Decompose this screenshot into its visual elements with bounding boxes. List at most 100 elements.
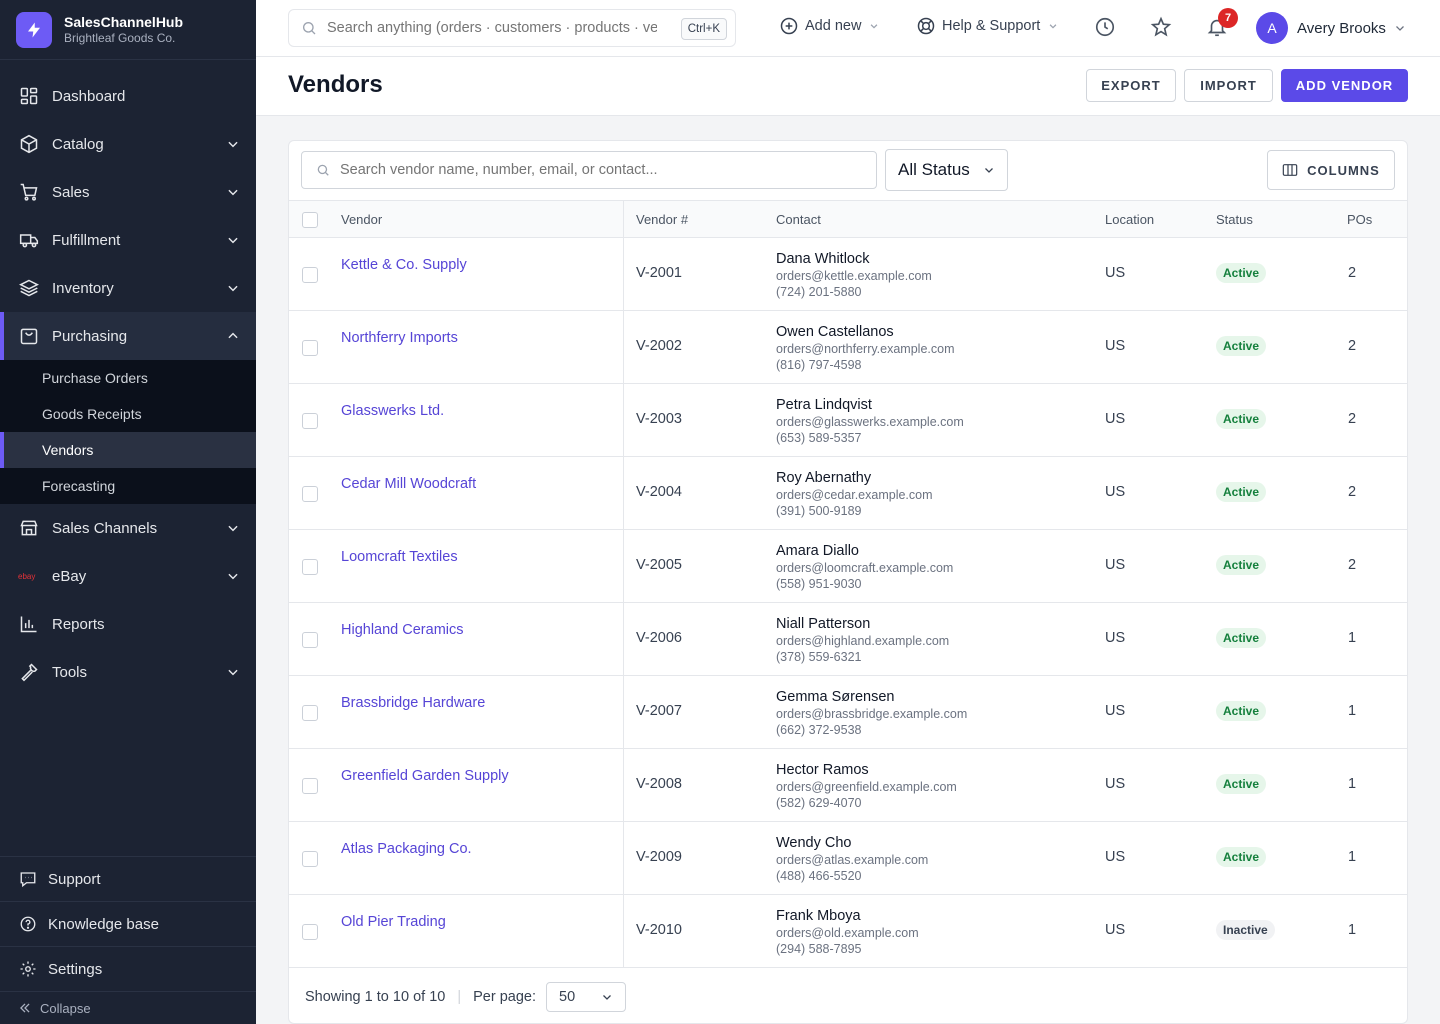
double-chevron-left-icon bbox=[18, 1001, 32, 1015]
import-button[interactable]: IMPORT bbox=[1184, 69, 1273, 102]
table-row[interactable]: Loomcraft Textiles V-2005 Amara Diallo orde… bbox=[289, 530, 1407, 603]
row-checkbox[interactable] bbox=[302, 778, 318, 794]
sidebar-item-catalog[interactable]: Catalog bbox=[0, 120, 256, 168]
global-search-input[interactable] bbox=[327, 20, 657, 36]
column-header-vendor[interactable]: Vendor bbox=[341, 212, 382, 227]
vendor-name-link[interactable]: Kettle & Co. Supply bbox=[341, 257, 467, 273]
vendor-name-link[interactable]: Highland Ceramics bbox=[341, 622, 464, 638]
vendor-search-input[interactable] bbox=[340, 162, 860, 178]
vendor-search[interactable] bbox=[301, 151, 877, 189]
global-search[interactable]: Ctrl+K bbox=[288, 9, 736, 47]
contact-name: Frank Mboya bbox=[776, 908, 861, 924]
vendor-name-link[interactable]: Old Pier Trading bbox=[341, 914, 446, 930]
sidebar-item-settings[interactable]: Settings bbox=[0, 946, 256, 991]
sidebar-item-sales-channels[interactable]: Sales Channels bbox=[0, 504, 256, 552]
row-checkbox[interactable] bbox=[302, 705, 318, 721]
column-header-status[interactable]: Status bbox=[1216, 212, 1253, 227]
brand[interactable]: SalesChannelHub Brightleaf Goods Co. bbox=[0, 0, 256, 60]
box-icon bbox=[18, 133, 40, 155]
history-button[interactable] bbox=[1094, 16, 1116, 43]
vendor-location: US bbox=[1105, 922, 1126, 938]
vendors-card: All Status COLUMNS Vendor Vendor # Conta… bbox=[288, 140, 1408, 1024]
row-checkbox[interactable] bbox=[302, 486, 318, 502]
columns-button[interactable]: COLUMNS bbox=[1267, 150, 1395, 190]
table-row[interactable]: Greenfield Garden Supply V-2008 Hector Ram… bbox=[289, 749, 1407, 822]
chevron-down-icon bbox=[1394, 22, 1406, 34]
vendor-name-link[interactable]: Loomcraft Textiles bbox=[341, 549, 458, 565]
select-all-checkbox[interactable] bbox=[302, 212, 318, 228]
sidebar-item-tools[interactable]: Tools bbox=[0, 648, 256, 696]
chevron-down-icon bbox=[226, 281, 240, 295]
vendor-name-link[interactable]: Atlas Packaging Co. bbox=[341, 841, 472, 857]
add-vendor-button[interactable]: ADD VENDOR bbox=[1281, 69, 1408, 102]
lightning-icon bbox=[16, 11, 52, 48]
sidebar-item-inventory[interactable]: Inventory bbox=[0, 264, 256, 312]
row-checkbox[interactable] bbox=[302, 267, 318, 283]
column-header-vendor-number[interactable]: Vendor # bbox=[636, 212, 688, 227]
avatar: A bbox=[1256, 12, 1288, 44]
contact-name: Hector Ramos bbox=[776, 762, 869, 778]
sidebar-subitem-purchase-orders[interactable]: Purchase Orders bbox=[0, 360, 256, 396]
sidebar-subitem-goods-receipts[interactable]: Goods Receipts bbox=[0, 396, 256, 432]
contact-phone: (488) 466-5520 bbox=[776, 869, 862, 883]
row-checkbox[interactable] bbox=[302, 851, 318, 867]
vendor-name-link[interactable]: Glasswerks Ltd. bbox=[341, 403, 444, 419]
notifications-button[interactable]: 7 bbox=[1206, 8, 1238, 43]
help-support-button[interactable]: Help & Support bbox=[916, 16, 1058, 36]
vendor-location: US bbox=[1105, 484, 1126, 500]
column-header-contact[interactable]: Contact bbox=[776, 212, 821, 227]
sidebar-item-sales[interactable]: Sales bbox=[0, 168, 256, 216]
chevron-up-icon bbox=[226, 329, 240, 343]
export-button[interactable]: EXPORT bbox=[1086, 69, 1176, 102]
row-checkbox[interactable] bbox=[302, 924, 318, 940]
favorites-button[interactable] bbox=[1150, 16, 1172, 43]
contact-email: orders@atlas.example.com bbox=[776, 853, 929, 867]
status-badge: Active bbox=[1216, 336, 1267, 356]
per-page-select[interactable]: 50 bbox=[546, 982, 626, 1012]
table-row[interactable]: Old Pier Trading V-2010 Frank Mboya orders@… bbox=[289, 895, 1407, 968]
collapse-sidebar-button[interactable]: Collapse bbox=[0, 991, 256, 1024]
vendor-number: V-2005 bbox=[636, 557, 682, 573]
row-checkbox[interactable] bbox=[302, 559, 318, 575]
status-filter-select[interactable]: All Status bbox=[885, 149, 1008, 191]
sidebar-item-purchasing[interactable]: Purchasing bbox=[0, 312, 256, 360]
sidebar-item-knowledge-base[interactable]: Knowledge base bbox=[0, 901, 256, 946]
sidebar-item-label: Tools bbox=[52, 663, 88, 681]
sidebar-item-fulfillment[interactable]: Fulfillment bbox=[0, 216, 256, 264]
add-new-button[interactable]: Add new bbox=[779, 16, 879, 36]
vendor-name-link[interactable]: Brassbridge Hardware bbox=[341, 695, 485, 711]
table-row[interactable]: Atlas Packaging Co. V-2009 Wendy Cho orders… bbox=[289, 822, 1407, 895]
user-menu[interactable]: A Avery Brooks bbox=[1256, 12, 1406, 44]
table-row[interactable]: Glasswerks Ltd. V-2003 Petra Lindqvist orde… bbox=[289, 384, 1407, 457]
table-row[interactable]: Highland Ceramics V-2006 Niall Patterson or… bbox=[289, 603, 1407, 676]
vendor-name-link[interactable]: Northferry Imports bbox=[341, 330, 458, 346]
per-page-label: Per page: bbox=[473, 989, 536, 1005]
table-row[interactable]: Northferry Imports V-2002 Owen Castellanos… bbox=[289, 311, 1407, 384]
sidebar-item-reports[interactable]: Reports bbox=[0, 600, 256, 648]
ebay-logo-text: ebay bbox=[18, 572, 35, 581]
sidebar-item-ebay[interactable]: ebay eBay bbox=[0, 552, 256, 600]
table-row[interactable]: Kettle & Co. Supply V-2001 Dana Whitlock or… bbox=[289, 238, 1407, 311]
row-checkbox[interactable] bbox=[302, 340, 318, 356]
vendor-name-link[interactable]: Cedar Mill Woodcraft bbox=[341, 476, 476, 492]
row-checkbox[interactable] bbox=[302, 632, 318, 648]
sidebar-subitem-forecasting[interactable]: Forecasting bbox=[0, 468, 256, 504]
vendor-name-link[interactable]: Greenfield Garden Supply bbox=[341, 768, 509, 784]
page-title: Vendors bbox=[288, 71, 383, 98]
row-checkbox[interactable] bbox=[302, 413, 318, 429]
column-header-pos[interactable]: POs bbox=[1347, 212, 1372, 227]
contact-email: orders@cedar.example.com bbox=[776, 488, 933, 502]
sidebar-item-label: eBay bbox=[52, 567, 87, 585]
sidebar-subitem-vendors[interactable]: Vendors bbox=[0, 432, 256, 468]
sidebar-item-dashboard[interactable]: Dashboard bbox=[0, 72, 256, 120]
pagination-summary: Showing 1 to 10 of 10 bbox=[305, 989, 445, 1005]
showing-total: 10 bbox=[429, 989, 446, 1005]
po-count: 2 bbox=[1348, 484, 1357, 500]
star-icon bbox=[1150, 16, 1172, 43]
contact-phone: (391) 500-9189 bbox=[776, 504, 862, 518]
sidebar-item-support[interactable]: Support bbox=[0, 856, 256, 901]
vendor-number: V-2002 bbox=[636, 338, 682, 354]
column-header-location[interactable]: Location bbox=[1105, 212, 1154, 227]
table-row[interactable]: Brassbridge Hardware V-2007 Gemma Sørensen… bbox=[289, 676, 1407, 749]
table-row[interactable]: Cedar Mill Woodcraft V-2004 Roy Abernathy o… bbox=[289, 457, 1407, 530]
